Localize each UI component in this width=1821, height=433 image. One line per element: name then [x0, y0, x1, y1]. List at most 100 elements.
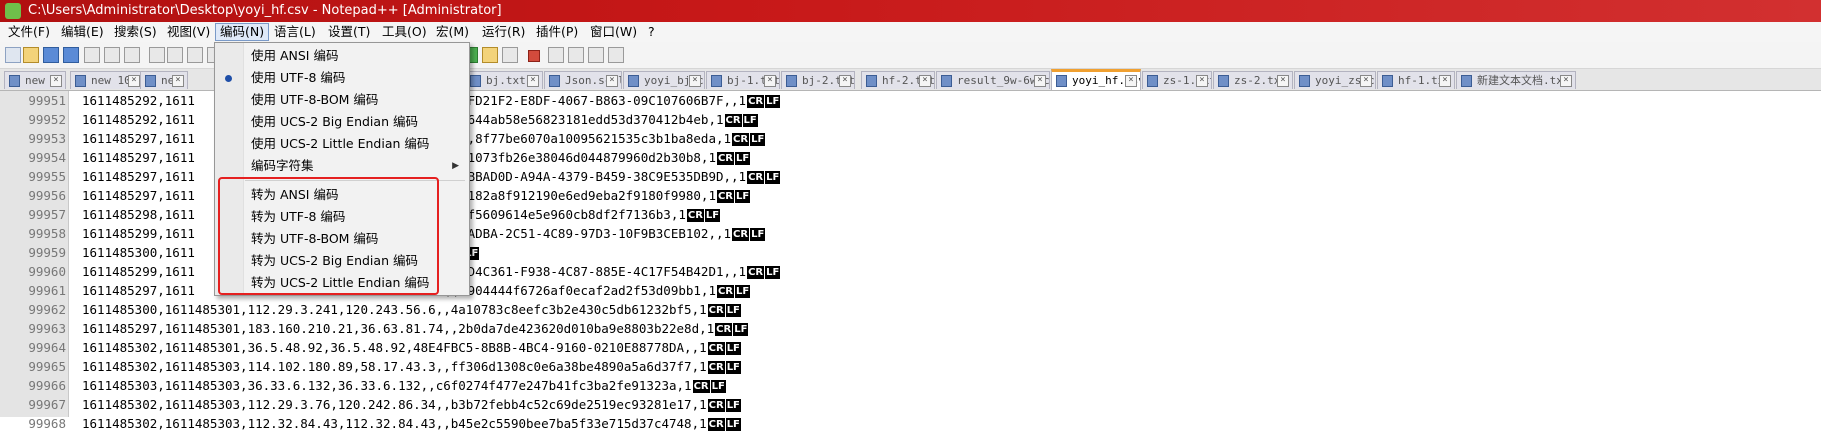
lf-eol-marker: LF — [704, 209, 721, 222]
menu-help[interactable]: ? — [644, 24, 659, 40]
line-text: 1611485302,1611485303,112.29.3.76,120.24… — [82, 395, 741, 414]
save-macro-icon[interactable] — [608, 47, 624, 63]
stop-record-icon[interactable] — [548, 47, 564, 63]
tab-9[interactable]: bj-2.txt × — [781, 71, 855, 89]
menu-item-character-sets-submenu[interactable]: 编码字符集 ▶ — [215, 155, 469, 177]
folder-workspace-icon[interactable] — [482, 47, 498, 63]
file-tab-icon — [75, 75, 86, 87]
line-text-start: 1611485302,1611485303,112.29.3.76,120.24… — [82, 397, 707, 412]
open-file-icon[interactable] — [23, 47, 39, 63]
play-macro-icon[interactable] — [568, 47, 584, 63]
tab-8[interactable]: bj-1.txt × — [706, 71, 780, 89]
close-tab-icon[interactable]: × — [1560, 75, 1572, 87]
menu-encoding[interactable]: 编码(N) — [215, 23, 270, 41]
tab-17[interactable]: 新建文本文档.txt × — [1456, 71, 1576, 89]
close-tab-icon[interactable]: × — [1439, 75, 1451, 87]
copy-icon[interactable] — [167, 47, 183, 63]
line-text-start: 1611485302,1611485303,114.102.180.89,58.… — [82, 359, 707, 374]
title-bar: C:\Users\Administrator\Desktop\yoyi_hf.c… — [0, 0, 1821, 22]
menu-view[interactable]: 视图(V) — [163, 24, 214, 40]
close-tab-icon[interactable]: × — [919, 75, 931, 87]
line-number: 99962 — [28, 302, 66, 317]
close-tab-icon[interactable]: × — [1125, 75, 1137, 87]
close-all-icon[interactable] — [104, 47, 120, 63]
menu-item-use-utf8-encoding[interactable]: 使用 UTF-8 编码 — [215, 67, 469, 89]
menu-settings[interactable]: 设置(T) — [324, 24, 374, 40]
line-number: 99952 — [28, 112, 66, 127]
file-tab-icon — [549, 75, 560, 87]
tab-13[interactable]: zs-1.txt × — [1142, 71, 1212, 89]
cr-eol-marker: CR — [707, 418, 725, 431]
line-text-start: 1611485297,1611 — [82, 169, 195, 184]
tab-10[interactable]: hf-2.txt × — [861, 71, 935, 89]
close-tab-icon[interactable]: × — [1360, 75, 1372, 87]
new-file-icon[interactable] — [5, 47, 21, 63]
file-tab-icon — [470, 75, 481, 87]
close-tab-icon[interactable]: × — [689, 75, 701, 87]
file-tab-icon — [1056, 75, 1067, 87]
line-text-start: 1611485300,1611 — [82, 245, 195, 260]
cr-eol-marker: CR — [707, 361, 725, 374]
cut-icon[interactable] — [149, 47, 165, 63]
menu-item-use-ucs2-big-endian[interactable]: 使用 UCS-2 Big Endian 编码 — [215, 111, 469, 133]
close-icon[interactable] — [84, 47, 100, 63]
tab-6[interactable]: Json.scala× — [544, 71, 622, 89]
menu-tools[interactable]: 工具(O) — [378, 24, 431, 40]
file-tab-icon — [628, 75, 639, 87]
tab-16[interactable]: hf-1.txt × — [1377, 71, 1455, 89]
close-tab-icon[interactable]: × — [764, 75, 776, 87]
close-tab-icon[interactable]: × — [50, 75, 62, 87]
menu-item-label: 编码字符集 — [251, 158, 314, 173]
line-text-start: 1611485298,1611 — [82, 207, 195, 222]
close-tab-icon[interactable]: × — [128, 75, 140, 87]
close-tab-icon[interactable]: × — [1196, 75, 1208, 87]
lf-eol-marker: LF — [725, 418, 741, 431]
save-icon[interactable] — [43, 47, 59, 63]
line-text-start: 1611485297,1611485301,183.160.210.21,36.… — [82, 321, 715, 336]
menu-item-use-utf8-bom-encoding[interactable]: 使用 UTF-8-BOM 编码 — [215, 89, 469, 111]
tab-7[interactable]: yoyi_bj.csv× — [623, 71, 705, 89]
record-macro-icon[interactable] — [528, 50, 540, 62]
menu-edit[interactable]: 编辑(E) — [57, 24, 108, 40]
monitor-icon[interactable] — [502, 47, 518, 63]
line-number: 99955 — [28, 169, 66, 184]
tab-1[interactable]: new 7 × — [4, 71, 66, 89]
close-tab-icon[interactable]: × — [606, 75, 618, 87]
menu-window[interactable]: 窗口(W) — [586, 24, 641, 40]
tab-12[interactable]: yoyi_hf.csv × — [1051, 69, 1141, 90]
tab-15[interactable]: yoyi_zs.csv× — [1294, 71, 1376, 89]
tab-5[interactable]: bj.txt × — [465, 71, 543, 89]
close-tab-icon[interactable]: × — [1034, 75, 1046, 87]
cr-eol-marker: CR — [716, 152, 735, 165]
menu-macro[interactable]: 宏(M) — [432, 24, 473, 40]
save-all-icon[interactable] — [63, 47, 79, 63]
menu-language[interactable]: 语言(L) — [270, 24, 320, 40]
line-text-start: 1611485300,1611485301,112.29.3.241,120.2… — [82, 302, 707, 317]
notepad-plus-plus-icon — [5, 3, 21, 19]
menu-item-use-ansi-encoding[interactable]: 使用 ANSI 编码 — [215, 45, 469, 67]
close-tab-icon[interactable]: × — [1277, 75, 1289, 87]
paste-icon[interactable] — [187, 47, 203, 63]
cr-eol-marker: CR — [707, 342, 725, 355]
print-icon[interactable] — [124, 47, 140, 63]
menu-plugins[interactable]: 插件(P) — [532, 24, 582, 40]
menu-run[interactable]: 运行(R) — [478, 24, 529, 40]
menu-search[interactable]: 搜索(S) — [110, 24, 161, 40]
file-tab-icon — [1461, 75, 1472, 87]
close-tab-icon[interactable]: × — [172, 75, 184, 87]
file-tab-icon — [1382, 75, 1393, 87]
line-number: 99963 — [28, 321, 66, 336]
tab-2[interactable]: new 10 × — [70, 71, 144, 89]
menu-item-use-ucs2-little-endian[interactable]: 使用 UCS-2 Little Endian 编码 — [215, 133, 469, 155]
line-number: 99951 — [28, 93, 66, 108]
tab-3[interactable]: new 11× — [140, 71, 188, 89]
line-number: 99953 — [28, 131, 66, 146]
menu-file[interactable]: 文件(F) — [4, 24, 54, 40]
cr-eol-marker: CR — [724, 114, 742, 127]
tab-14[interactable]: zs-2.txt × — [1213, 71, 1293, 89]
file-tab-icon — [1147, 75, 1158, 87]
close-tab-icon[interactable]: × — [839, 75, 851, 87]
close-tab-icon[interactable]: × — [527, 75, 539, 87]
tab-11[interactable]: result_9w-6w.csv× — [936, 71, 1050, 89]
run-macro-multiple-icon[interactable] — [588, 47, 604, 63]
